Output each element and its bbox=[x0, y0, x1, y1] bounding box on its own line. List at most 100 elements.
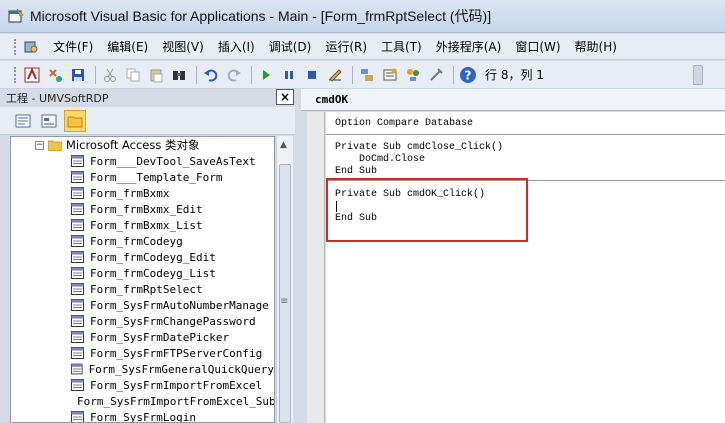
tree-item-form[interactable]: Form_frmBxmx_List bbox=[11, 217, 274, 233]
pane-splitter[interactable] bbox=[295, 89, 301, 423]
help-icon[interactable]: ? bbox=[458, 65, 478, 85]
project-tree[interactable]: − Microsoft Access 类对象 Form___DevTool_Sa… bbox=[10, 136, 275, 423]
folder-icon bbox=[48, 140, 62, 151]
scrollbar-grip-icon: ≡ bbox=[280, 296, 289, 307]
toolbar-separator bbox=[352, 65, 353, 84]
tree-item-label: Form_frmBxmx_List bbox=[90, 218, 203, 232]
menu-view[interactable]: 视图(V) bbox=[155, 36, 211, 57]
object-dropdown[interactable]: cmdOK bbox=[301, 89, 725, 111]
menu-file[interactable]: 文件(F) bbox=[46, 36, 100, 57]
tree-item-label: Form_SysFrmDatePicker bbox=[90, 330, 230, 344]
copy-icon[interactable] bbox=[123, 65, 143, 85]
form-module-icon bbox=[71, 219, 84, 231]
toggle-folders-icon[interactable] bbox=[64, 109, 86, 132]
form-module-icon bbox=[71, 315, 84, 327]
project-tree-scrollbar[interactable]: ▲ ≡ bbox=[276, 136, 293, 423]
view-access-icon[interactable] bbox=[22, 65, 42, 85]
tree-item-form[interactable]: Form_frmRptSelect bbox=[11, 281, 274, 297]
cut-icon[interactable] bbox=[100, 65, 120, 85]
object-browser-icon[interactable] bbox=[403, 65, 423, 85]
find-icon[interactable] bbox=[169, 65, 189, 85]
menu-debug[interactable]: 调试(D) bbox=[262, 36, 319, 57]
form-module-icon bbox=[71, 187, 84, 199]
tree-item-form[interactable]: Form_frmCodeyg_Edit bbox=[11, 249, 274, 265]
form-module-icon bbox=[71, 267, 84, 279]
form-module-icon bbox=[71, 203, 84, 215]
code-editor[interactable]: Option Compare Database Private Sub cmdC… bbox=[326, 112, 725, 423]
menu-run[interactable]: 运行(R) bbox=[318, 36, 374, 57]
tree-item-form[interactable]: Form_SysFrmGeneralQuickQuery bbox=[11, 361, 274, 377]
tree-item-form[interactable]: Form_SysFrmLogin bbox=[11, 409, 274, 422]
break-icon[interactable] bbox=[279, 65, 299, 85]
tree-item-form[interactable]: Form_SysFrmImportFromExcel bbox=[11, 377, 274, 393]
collapse-toggle-icon[interactable]: − bbox=[35, 140, 44, 150]
form-module-icon bbox=[71, 235, 84, 247]
code-line: Option Compare Database bbox=[335, 118, 474, 129]
tree-item-form[interactable]: Form_frmBxmx bbox=[11, 185, 274, 201]
view-code-icon[interactable] bbox=[12, 110, 34, 132]
tree-item-form[interactable]: Form_frmCodeyg_List bbox=[11, 265, 274, 281]
project-explorer-icon[interactable] bbox=[357, 65, 377, 85]
tree-item-label: Form_frmBxmx bbox=[90, 186, 170, 200]
tree-item-form[interactable]: Form___Template_Form bbox=[11, 169, 274, 185]
close-project-explorer-button[interactable]: × bbox=[276, 89, 294, 105]
access-view-icon[interactable] bbox=[22, 38, 40, 56]
toolbar-separator bbox=[251, 65, 252, 84]
toolbar-separator bbox=[453, 65, 454, 84]
toolbar-separator bbox=[95, 65, 96, 84]
tree-item-label: Form_SysFrmImportFromExcel_Sub bbox=[77, 394, 275, 408]
undo-icon[interactable] bbox=[201, 65, 221, 85]
menu-window[interactable]: 窗口(W) bbox=[508, 36, 567, 57]
tree-item-label: Form_frmCodeyg bbox=[90, 234, 183, 248]
svg-text:?: ? bbox=[465, 68, 472, 82]
procedure-separator bbox=[326, 134, 725, 135]
tree-item-label: Form_SysFrmGeneralQuickQuery bbox=[88, 362, 274, 376]
redo-icon[interactable] bbox=[224, 65, 244, 85]
menu-bar: 文件(F) 编辑(E) 视图(V) 插入(I) 调试(D) 运行(R) 工具(T… bbox=[0, 34, 725, 60]
tree-item-label: Form_SysFrmChangePassword bbox=[90, 314, 256, 328]
tree-item-form[interactable]: Form_frmBxmx_Edit bbox=[11, 201, 274, 217]
menu-help[interactable]: 帮助(H) bbox=[568, 36, 624, 57]
design-mode-icon[interactable] bbox=[325, 65, 345, 85]
toolbar-grip[interactable] bbox=[14, 66, 18, 83]
window-title: Microsoft Visual Basic for Applications … bbox=[30, 8, 492, 24]
tree-node-class-objects[interactable]: − Microsoft Access 类对象 bbox=[11, 137, 274, 153]
insert-module-icon[interactable] bbox=[45, 65, 65, 85]
tree-item-label: Form___DevTool_SaveAsText bbox=[90, 154, 256, 168]
menubar-grip[interactable] bbox=[14, 38, 18, 55]
view-object-icon[interactable] bbox=[38, 110, 60, 132]
form-module-icon bbox=[71, 379, 84, 391]
save-icon[interactable] bbox=[68, 65, 88, 85]
menu-addins[interactable]: 外接程序(A) bbox=[429, 36, 509, 57]
tree-item-form[interactable]: Form_SysFrmDatePicker bbox=[11, 329, 274, 345]
tree-item-form[interactable]: Form_SysFrmImportFromExcel_Sub bbox=[11, 393, 274, 409]
project-explorer-title: 工程 - UMVSoftRDP bbox=[0, 89, 295, 107]
reset-icon[interactable] bbox=[302, 65, 322, 85]
run-icon[interactable] bbox=[256, 65, 276, 85]
paste-icon[interactable] bbox=[146, 65, 166, 85]
scroll-up-arrow-icon[interactable]: ▲ bbox=[280, 140, 287, 150]
code-line: DoCmd.Close bbox=[335, 154, 426, 165]
tree-item-label: Form_frmCodeyg_List bbox=[90, 266, 216, 280]
tree-item-form[interactable]: Form___DevTool_SaveAsText bbox=[11, 153, 274, 169]
scrollbar-thumb[interactable] bbox=[279, 164, 291, 423]
tree-item-form[interactable]: Form_SysFrmFTPServerConfig bbox=[11, 345, 274, 361]
code-margin-indicator-bar[interactable] bbox=[307, 112, 325, 423]
tree-item-form[interactable]: Form_frmCodeyg bbox=[11, 233, 274, 249]
tree-item-form[interactable]: Form_SysFrmChangePassword bbox=[11, 313, 274, 329]
menu-edit[interactable]: 编辑(E) bbox=[100, 36, 155, 57]
form-module-icon bbox=[71, 283, 84, 295]
form-module-icon bbox=[71, 363, 83, 375]
menu-insert[interactable]: 插入(I) bbox=[211, 36, 262, 57]
form-module-icon bbox=[71, 155, 84, 167]
code-line: End Sub bbox=[335, 166, 378, 177]
code-line: Private Sub cmdClose_Click() bbox=[335, 142, 504, 153]
tree-item-form[interactable]: Form_SysFrmAutoNumberManage bbox=[11, 297, 274, 313]
properties-icon[interactable] bbox=[380, 65, 400, 85]
project-explorer-toolbar bbox=[0, 107, 295, 135]
toolbar-options-chevron[interactable] bbox=[693, 65, 703, 85]
form-module-icon bbox=[71, 331, 84, 343]
menu-tools[interactable]: 工具(T) bbox=[374, 36, 429, 57]
toolbox-icon[interactable] bbox=[426, 65, 446, 85]
tree-item-label: Form_SysFrmImportFromExcel bbox=[90, 378, 263, 392]
